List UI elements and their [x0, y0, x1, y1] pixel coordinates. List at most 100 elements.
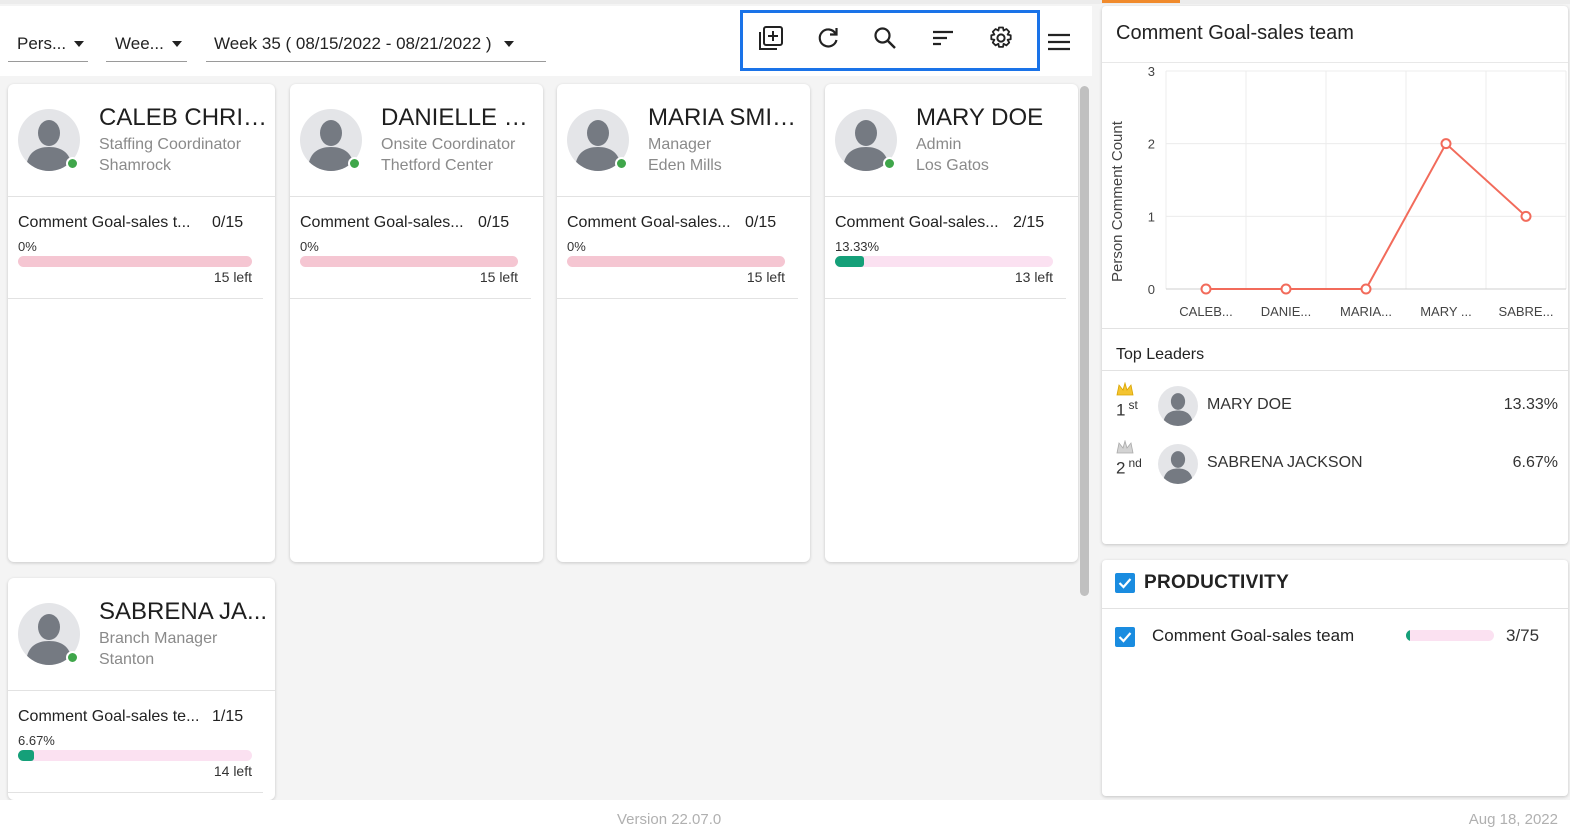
y-tick-label: 2 — [1148, 137, 1155, 152]
goal-remaining: 15 left — [479, 269, 518, 285]
person-card[interactable]: CALEB CHRIS... Staffing Coordinator Shamro… — [8, 84, 275, 562]
divider — [557, 298, 798, 299]
avatar — [1158, 444, 1198, 484]
progress-fill — [1406, 630, 1410, 641]
progress-fill — [835, 256, 865, 267]
footer-date: Aug 18, 2022 — [1468, 811, 1558, 828]
divider — [8, 690, 275, 691]
goal-count: 0/15 — [745, 214, 777, 231]
period-filter-dropdown[interactable]: Wee... — [106, 26, 187, 62]
person-card[interactable]: SABRENA JA... Branch Manager Stanton Commen… — [8, 578, 275, 800]
divider — [825, 196, 1078, 197]
goal-count: 2/15 — [1013, 214, 1045, 231]
goal-percent: 6.67% — [18, 733, 55, 748]
goal-name: Comment Goal-sales te... — [18, 708, 200, 725]
data-point — [1200, 283, 1212, 295]
goal-percent: 0% — [300, 239, 319, 254]
goal-name: Comment Goal-sales... — [835, 214, 999, 231]
chart-title: Comment Goal-sales team — [1116, 22, 1354, 44]
person-role: Branch Manager — [99, 630, 218, 647]
leader-name: SABRENA JACKSON — [1207, 454, 1363, 471]
person-name[interactable]: MARY DOE — [916, 104, 1071, 132]
menu-icon[interactable] — [1044, 27, 1074, 57]
leader-percent: 13.33% — [1503, 396, 1558, 413]
person-location: Shamrock — [99, 157, 172, 174]
person-card[interactable]: MARIA SMITH Manager Eden Mills Comment Goal… — [557, 84, 810, 562]
add-box-icon[interactable] — [756, 23, 786, 53]
goal-remaining: 15 left — [213, 269, 252, 285]
checkmark-icon — [1118, 632, 1132, 643]
goal-percent: 13.33% — [835, 239, 880, 254]
productivity-progress-bar — [1406, 630, 1494, 641]
data-point — [1360, 283, 1372, 295]
online-status-dot — [66, 651, 79, 664]
goal-count: 0/15 — [478, 214, 510, 231]
person-location: Thetford Center — [381, 157, 494, 174]
productivity-count: 3/75 — [1506, 626, 1540, 645]
goal-count: 1/15 — [212, 708, 244, 725]
goal-count: 0/15 — [212, 214, 244, 231]
person-name[interactable]: DANIELLE JA... — [381, 104, 536, 132]
y-tick-label: 3 — [1148, 64, 1155, 79]
person-name[interactable]: SABRENA JA... — [99, 598, 268, 626]
leader-rank: 2nd — [1116, 456, 1142, 478]
chart-y-axis-label: Person Comment Count — [1109, 121, 1126, 282]
period-filter-label: Wee... — [115, 33, 164, 53]
x-tick-label: SABRE... — [1499, 304, 1554, 319]
progress-fill — [18, 750, 34, 761]
y-tick-label: 1 — [1148, 209, 1155, 224]
person-card[interactable]: MARY DOE Admin Los Gatos Comment Goal-sales… — [825, 84, 1078, 562]
productivity-checkbox[interactable] — [1115, 573, 1135, 593]
divider — [1102, 608, 1568, 609]
top-strip — [0, 0, 1570, 4]
x-tick-label: DANIE... — [1261, 304, 1312, 319]
person-role: Admin — [916, 136, 962, 153]
line-chart: 0 1 2 3 CALEB... DANIE... MARIA... MARY ... SABR… — [1148, 64, 1567, 319]
goal-percent: 0% — [567, 239, 586, 254]
person-location: Stanton — [99, 651, 155, 668]
active-tab-indicator — [1102, 0, 1180, 3]
sort-icon[interactable] — [928, 23, 958, 53]
footer: Version 22.07.0 Aug 18, 2022 — [0, 800, 1570, 838]
scrollbar-thumb[interactable] — [1080, 86, 1089, 596]
data-point — [1280, 283, 1292, 295]
person-name[interactable]: MARIA SMITH — [648, 104, 803, 132]
leader-name: MARY DOE — [1207, 396, 1292, 413]
goal-progress-bar — [567, 256, 785, 267]
avatar — [1158, 386, 1198, 426]
week-filter-dropdown[interactable]: Week 35 ( 08/15/2022 - 08/21/2022 ) — [206, 26, 546, 62]
leader-row: 2nd SABRENA JACKSON 6.67% — [1102, 436, 1568, 486]
crown-gold-icon — [1116, 382, 1134, 396]
online-status-dot — [66, 157, 79, 170]
data-point — [1440, 138, 1452, 150]
productivity-panel: PRODUCTIVITY Comment Goal-sales team 3/7… — [1102, 560, 1568, 796]
person-location: Eden Mills — [648, 157, 722, 174]
person-name[interactable]: CALEB CHRIS... — [99, 104, 268, 132]
goal-progress-bar — [18, 256, 252, 267]
goal-progress-bar — [18, 750, 252, 761]
gear-icon[interactable] — [986, 23, 1016, 53]
person-card[interactable]: DANIELLE JA... Onsite Coordinator Thetford… — [290, 84, 543, 562]
online-status-dot — [348, 157, 361, 170]
goal-name: Comment Goal-sales t... — [18, 214, 191, 231]
top-leaders-title: Top Leaders — [1116, 346, 1205, 363]
crown-silver-icon — [1116, 440, 1134, 454]
data-point — [1520, 210, 1532, 222]
person-role: Onsite Coordinator — [381, 136, 516, 153]
person-role: Manager — [648, 136, 712, 153]
leader-percent: 6.67% — [1512, 454, 1558, 471]
goal-progress-bar — [300, 256, 518, 267]
chevron-down-icon — [503, 40, 514, 47]
person-role: Staffing Coordinator — [99, 136, 242, 153]
search-icon[interactable] — [870, 23, 900, 53]
goal-name: Comment Goal-sales... — [300, 214, 464, 231]
divider — [8, 196, 275, 197]
refresh-icon[interactable] — [813, 23, 843, 53]
person-filter-label: Pers... — [17, 33, 67, 53]
goal-remaining: 15 left — [746, 269, 785, 285]
goal-checkbox[interactable] — [1115, 627, 1135, 647]
divider — [825, 298, 1066, 299]
person-filter-dropdown[interactable]: Pers... — [8, 26, 88, 62]
productivity-goal-name: Comment Goal-sales team — [1152, 626, 1355, 645]
divider — [8, 792, 263, 793]
